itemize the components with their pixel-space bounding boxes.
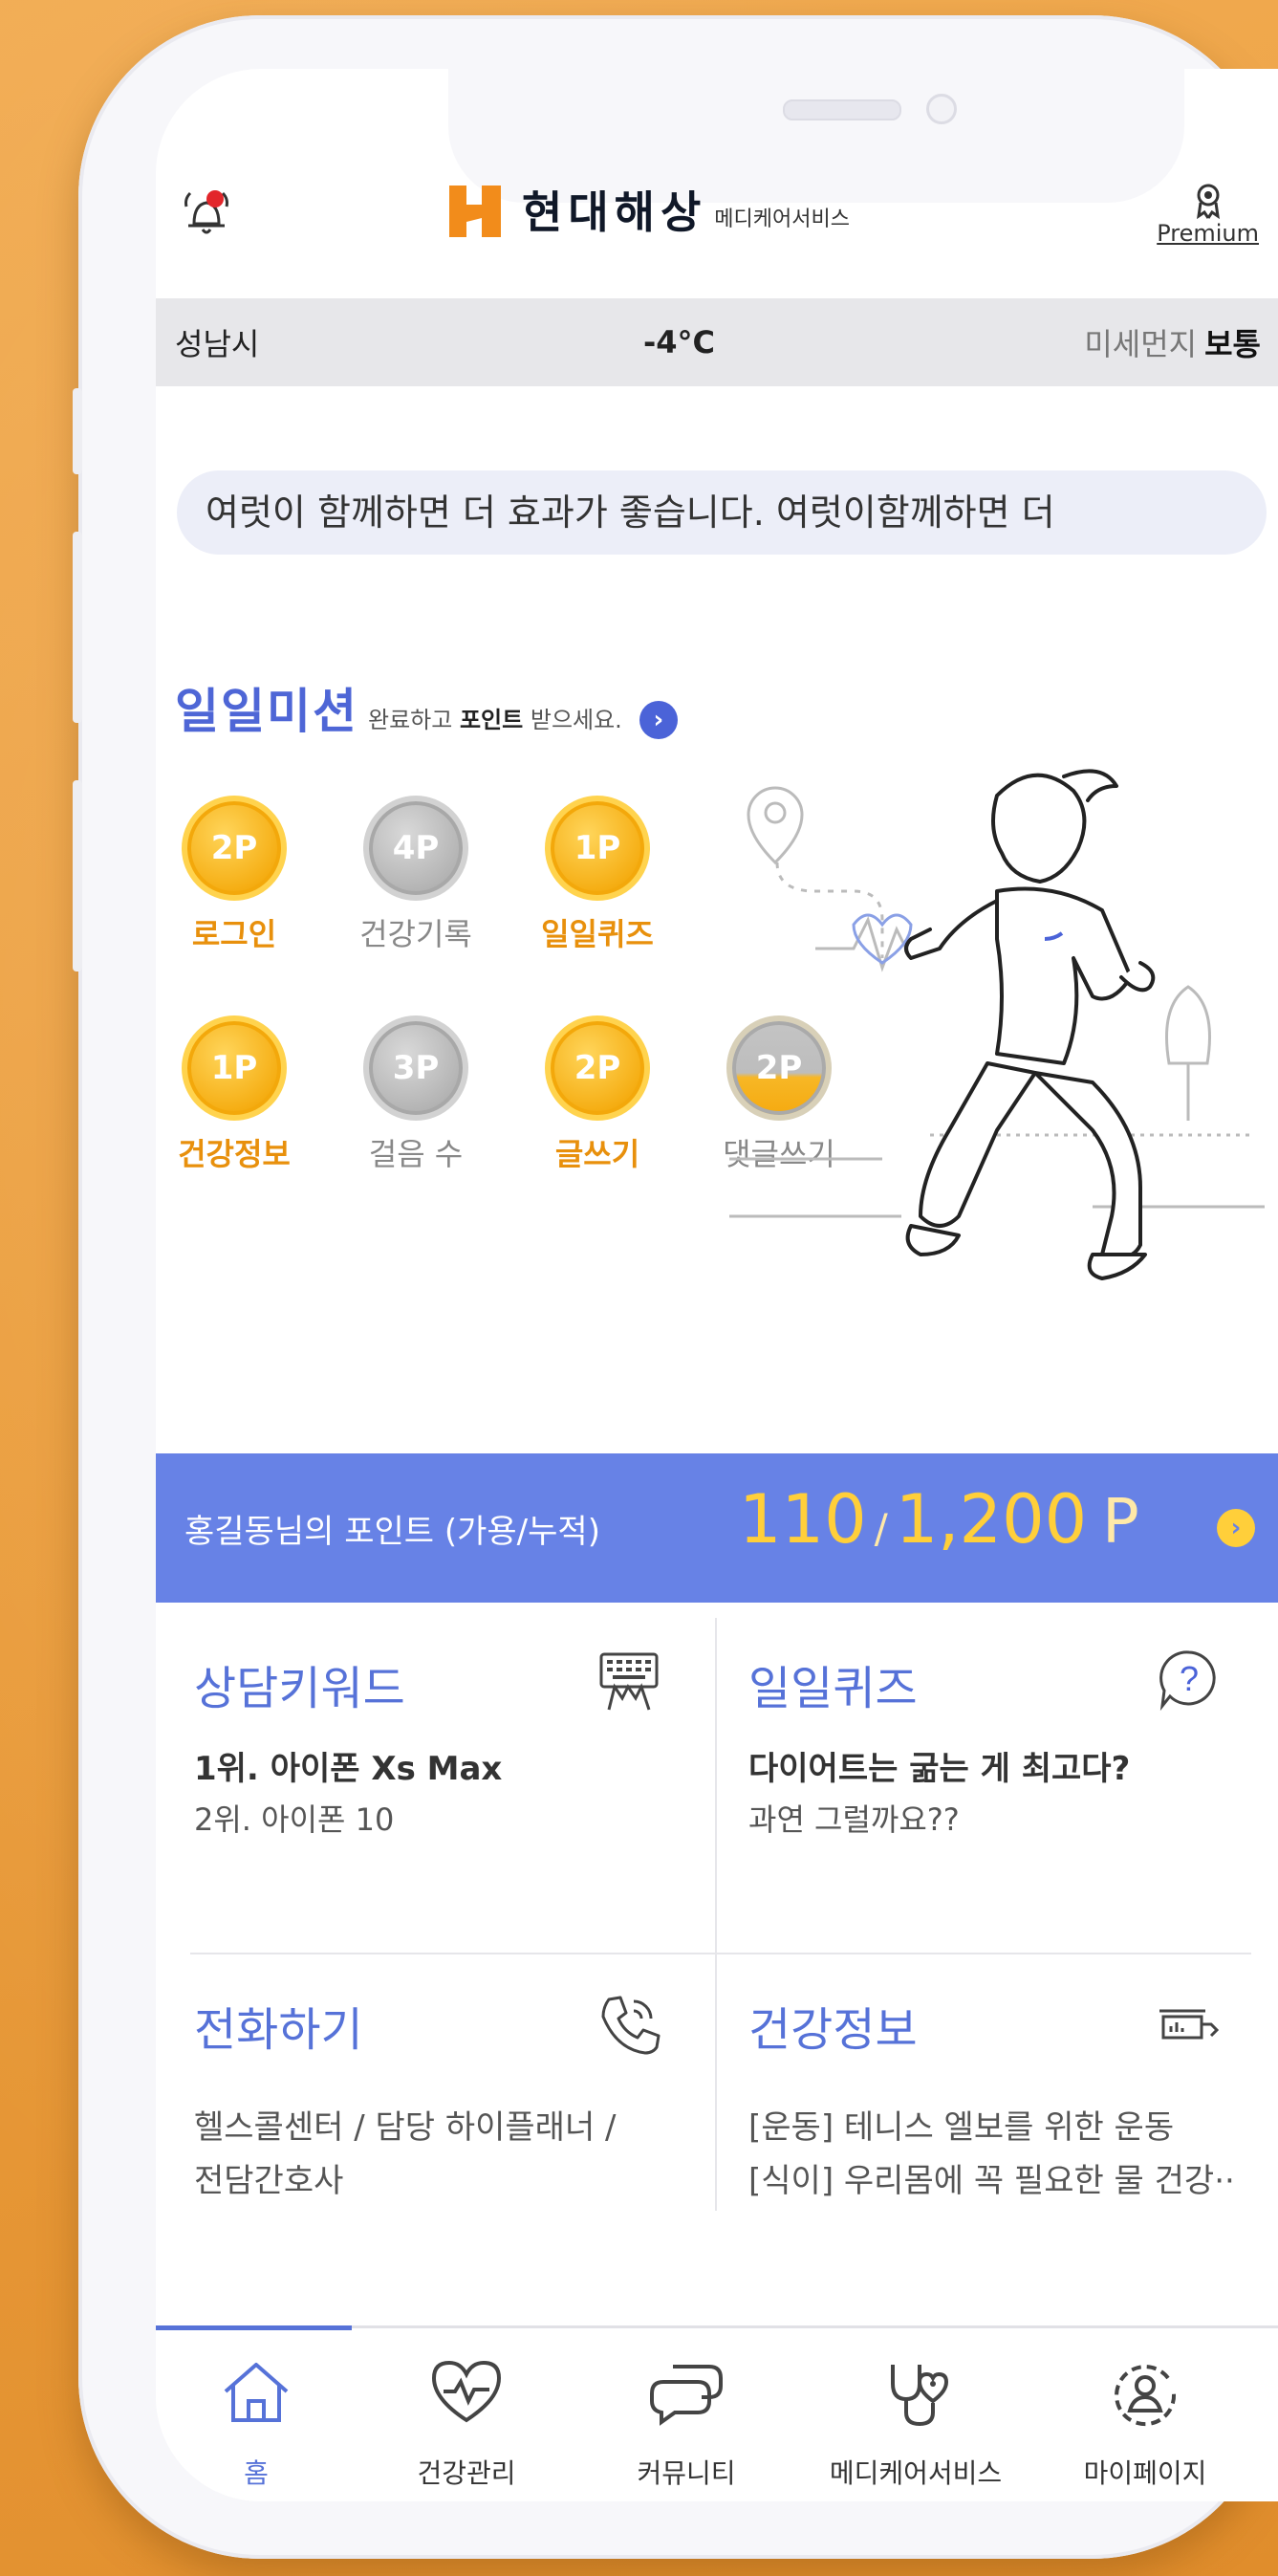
stethoscope-icon xyxy=(891,2365,949,2427)
mission-coin-steps[interactable]: 3P xyxy=(363,1015,468,1121)
card-title-keyword: 상담키워드 xyxy=(194,1662,405,1715)
nav-item-my-page[interactable]: 마이페이지 xyxy=(1035,2328,1255,2500)
runner-illustration xyxy=(729,769,1265,1280)
nav-item-health-care[interactable]: 건강관리 xyxy=(357,2328,576,2500)
nav-item-home[interactable]: 홈 xyxy=(156,2328,366,2500)
points-bar[interactable]: 홍길동님의 포인트 (가용/누적) 110/1,200 P › xyxy=(156,1453,1278,1603)
points-label: 홍길동님의 포인트 (가용/누적) xyxy=(184,1513,600,1551)
card-title-quiz: 일일퀴즈 xyxy=(748,1662,918,1715)
notice-ticker[interactable]: 여럿이 함께하면 더 효과가 좋습니다. 여럿이함께하면 더 xyxy=(177,470,1267,555)
keyword-rank-2: 2위. 아이폰 10 xyxy=(194,1801,395,1838)
points-total: 1,200 xyxy=(895,1480,1088,1559)
mission-arrow-button[interactable]: › xyxy=(639,701,678,739)
weather-temperature: -4°C xyxy=(643,324,716,360)
mission-coin-health-record[interactable]: 4P xyxy=(363,796,468,901)
mission-label-health-record: 건강기록 xyxy=(359,916,472,952)
mission-desc-prefix: 완료하고 xyxy=(368,707,453,733)
medal-icon xyxy=(1196,184,1220,220)
premium-label: Premium xyxy=(1157,220,1259,247)
side-button xyxy=(73,780,82,971)
points-available: 110 xyxy=(739,1480,867,1559)
chat-icon xyxy=(650,2365,723,2426)
chart-icon xyxy=(1159,2009,1220,2040)
nav-label-home: 홈 xyxy=(244,2457,269,2489)
mission-coin-daily-quiz[interactable]: 1P xyxy=(545,796,650,901)
brand-logo: 현대해상 메디케어서비스 xyxy=(447,184,850,239)
nav-label-my-page: 마이페이지 xyxy=(1083,2457,1207,2489)
nav-label-health-care: 건강관리 xyxy=(417,2457,516,2489)
points-arrow-button[interactable]: › xyxy=(1217,1509,1255,1547)
brand-name: 현대해상 xyxy=(522,186,707,238)
mission-desc-suffix: 받으세요. xyxy=(530,707,622,733)
home-icon xyxy=(224,2363,289,2422)
card-daily-quiz[interactable]: 일일퀴즈 ? 다이어트는 굶는 게 최고다? 과연 그럴까요?? xyxy=(716,1608,1251,1953)
mission-label-write-post: 글쓰기 xyxy=(554,1136,640,1172)
daily-mission-header: 일일미션 완료하고 포인트 받으세요. › xyxy=(175,673,678,742)
bell-icon[interactable] xyxy=(179,186,234,241)
phone-icon xyxy=(601,1996,661,2055)
fine-dust-status: 미세먼지 보통 xyxy=(1084,320,1261,364)
points-separator: / xyxy=(874,1505,888,1552)
mission-coin-login[interactable]: 2P xyxy=(182,796,287,901)
keyword-rank-1: 1위. 아이폰 Xs Max xyxy=(194,1750,503,1788)
points-unit: P xyxy=(1102,1487,1139,1558)
nav-item-community[interactable]: 커뮤니티 xyxy=(576,2328,796,2500)
health-article-2[interactable]: [식이] 우리몸에 꼭 필요한 물 건강·· xyxy=(748,2154,1235,2201)
brand-subtitle: 메디케어서비스 xyxy=(714,207,850,231)
card-consult-keyword[interactable]: 상담키워드 1위. 아이폰 Xs Max 2위. 아이폰 10 xyxy=(156,1608,691,1953)
card-title-health: 건강정보 xyxy=(748,2003,918,2057)
mission-title: 일일미션 xyxy=(175,684,358,739)
bottom-navigation: 홈 건강관리 커뮤니티 메디케어서비스 마이페이지 xyxy=(156,2325,1278,2501)
heart-pulse-icon xyxy=(431,2360,502,2423)
weather-city: 성남시 xyxy=(175,326,260,362)
card-divider-horizontal xyxy=(190,1953,1251,1954)
card-call[interactable]: 전화하기 헬스콜센터 / 담당 하이플래너 / 전담간호사 xyxy=(156,1957,691,2302)
weather-bar: 성남시 -4°C 미세먼지 보통 xyxy=(156,298,1278,386)
side-button xyxy=(73,532,82,723)
points-value: 110/1,200 P xyxy=(739,1480,1139,1559)
call-targets-line1: 헬스콜센터 / 담당 하이플래너 / xyxy=(194,2108,617,2147)
quiz-question: 다이어트는 굶는 게 최고다? xyxy=(748,1750,1131,1788)
premium-link[interactable]: Premium xyxy=(1157,182,1259,247)
mission-label-login: 로그인 xyxy=(191,916,277,952)
nav-item-medicare[interactable]: 메디케어서비스 xyxy=(806,2328,1026,2500)
mission-desc-bold: 포인트 xyxy=(459,707,524,733)
nav-label-medicare: 메디케어서비스 xyxy=(829,2457,1003,2489)
app-screen: 현대해상 메디케어서비스 Premium 성남시 -4°C 미세먼지 보통 여럿이… xyxy=(156,69,1278,2501)
mission-label-health-info: 건강정보 xyxy=(178,1136,291,1172)
question-icon: ? xyxy=(1159,1650,1216,1712)
nav-label-community: 커뮤니티 xyxy=(637,2457,736,2489)
side-button xyxy=(73,388,82,474)
health-article-1[interactable]: [운동] 테니스 엘보를 위한 운동 xyxy=(748,2101,1174,2148)
fine-dust-label: 미세먼지 xyxy=(1084,326,1198,362)
call-targets-line2: 전담간호사 xyxy=(194,2162,344,2200)
mission-coin-write-post[interactable]: 2P xyxy=(545,1015,650,1121)
mission-label-daily-quiz: 일일퀴즈 xyxy=(541,916,654,952)
user-icon xyxy=(1115,2365,1177,2427)
mission-label-steps: 걸음 수 xyxy=(368,1136,464,1172)
quiz-subtext: 과연 그럴까요?? xyxy=(748,1801,960,1838)
card-title-call: 전화하기 xyxy=(194,2003,363,2057)
app-header: 현대해상 메디케어서비스 Premium xyxy=(156,69,1278,298)
fine-dust-value: 보통 xyxy=(1204,326,1261,362)
keyboard-icon xyxy=(599,1652,659,1711)
mission-description: 완료하고 포인트 받으세요. xyxy=(368,701,622,734)
mission-coin-health-info[interactable]: 1P xyxy=(182,1015,287,1121)
question-mark: ? xyxy=(1180,1659,1199,1698)
hyundai-h-logo-icon xyxy=(449,186,501,237)
card-health-info[interactable]: 건강정보 [운동] 테니스 엘보를 위한 운동 [식이] 우리몸에 꼭 필요한 … xyxy=(716,1957,1251,2302)
